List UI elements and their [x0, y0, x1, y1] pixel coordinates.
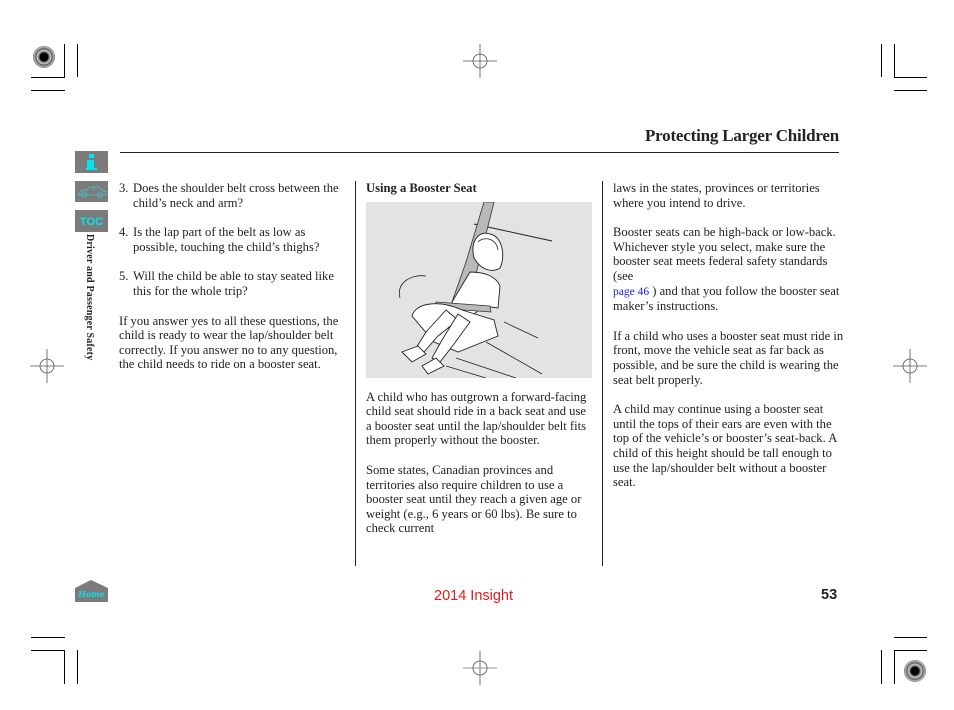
page-number: 53	[821, 587, 838, 603]
page-link[interactable]: page 46	[613, 286, 649, 298]
column-divider	[602, 181, 603, 566]
svg-text:Home: Home	[77, 589, 104, 599]
paragraph: laws in the states, provinces or territo…	[613, 181, 820, 210]
paragraph: A child who has outgrown a forward-facin…	[366, 389, 587, 448]
info-icon	[86, 154, 97, 170]
crosshair-icon	[463, 44, 497, 78]
crosshair-icon	[30, 349, 64, 383]
section-heading: Using a Booster Seat	[366, 181, 477, 195]
vehicle-index-button[interactable]	[75, 181, 108, 202]
paragraph: A child may continue using a booster sea…	[613, 402, 837, 490]
title-divider	[120, 152, 839, 153]
column-2: Using a Booster Seat A child who has out…	[366, 181, 594, 551]
registration-target-icon	[904, 660, 926, 682]
registration-target-icon	[33, 46, 55, 68]
toc-label: TOC	[79, 216, 104, 228]
home-icon: Home	[75, 580, 108, 602]
crosshair-icon	[893, 349, 927, 383]
vehicle-model: 2014 Insight	[434, 588, 514, 604]
booster-seat-illustration	[366, 201, 592, 378]
list-item: 3. Does the shoulder belt cross between t…	[119, 181, 339, 210]
list-item: 4. Is the lap part of the belt as low as …	[119, 225, 320, 254]
column-divider	[355, 181, 356, 566]
column-3: laws in the states, provinces or territo…	[613, 181, 845, 505]
paragraph: If you answer yes to all these questions…	[119, 313, 339, 372]
list-item: 5. Will the child be able to stay seated …	[119, 269, 334, 298]
toc-button[interactable]: TOC	[75, 210, 108, 232]
paragraph: Booster seats can be high-back or low-ba…	[613, 225, 840, 314]
section-label: Driver and Passenger Safety	[84, 234, 95, 361]
paragraph: If a child who uses a booster seat must …	[613, 328, 844, 387]
info-button[interactable]	[75, 151, 108, 173]
home-button[interactable]: Home	[75, 580, 108, 602]
car-icon	[77, 186, 107, 198]
column-1: 3. Does the shoulder belt cross between t…	[119, 181, 349, 387]
child-booster-seat-image	[398, 201, 553, 378]
page-title: Protecting Larger Children	[644, 126, 839, 145]
crosshair-icon	[463, 651, 497, 685]
paragraph: Some states, Canadian provinces and terr…	[366, 462, 582, 536]
